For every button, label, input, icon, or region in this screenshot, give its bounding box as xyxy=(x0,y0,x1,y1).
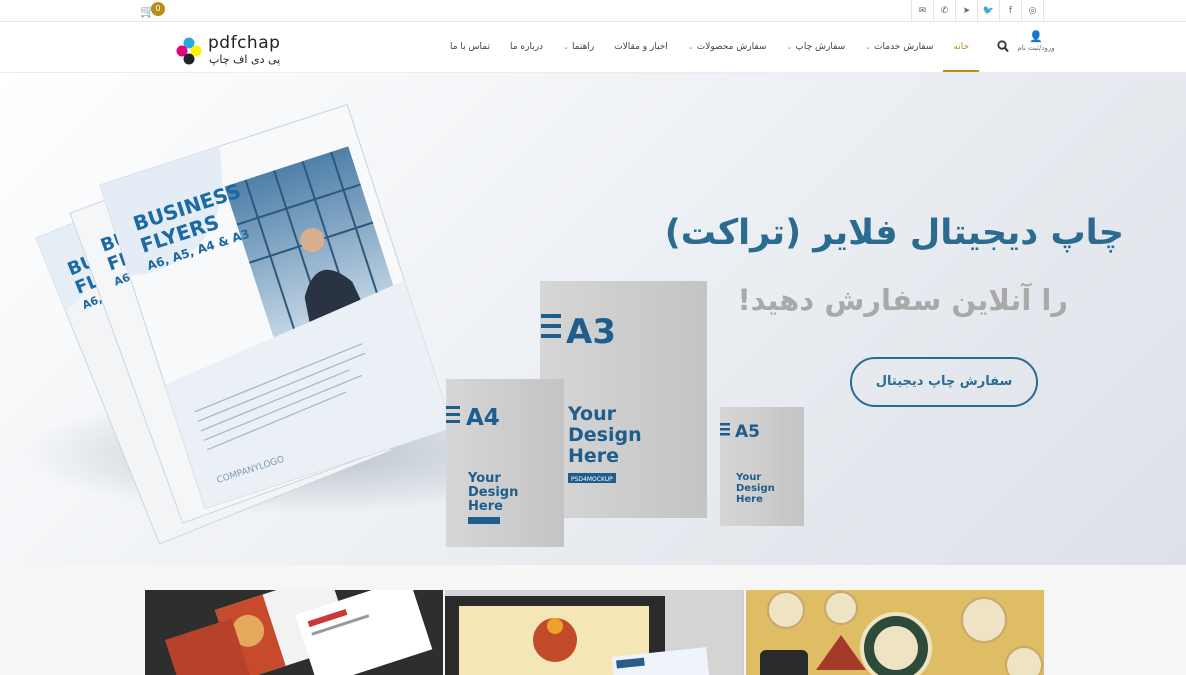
cart-count-badge: 0 xyxy=(151,2,165,16)
product-tile-business-cards[interactable] xyxy=(145,590,444,675)
nav-item-label: سفارش محصولات xyxy=(696,42,767,52)
cart-button[interactable]: 🛒 0 xyxy=(140,2,168,20)
product-tiles xyxy=(145,590,1044,675)
mockup-a3-label: A3 xyxy=(566,312,616,352)
logo-text-fa: پی دی اف چاپ xyxy=(209,53,281,66)
nav-item-label: درباره ما xyxy=(509,42,544,52)
business-cards-image xyxy=(145,590,443,675)
svg-text:Here: Here xyxy=(736,494,763,505)
instagram-icon[interactable]: ◎ xyxy=(1022,0,1044,22)
svg-text:Design: Design xyxy=(736,483,775,494)
envelope-icon[interactable]: ✉ xyxy=(912,0,934,22)
chevron-down-icon: ⌄ xyxy=(687,43,694,51)
nav-item-2[interactable]: ⌄ راهنما xyxy=(553,22,604,72)
nav-item-label: سفارش چاپ xyxy=(795,42,846,52)
product-tile-posters[interactable] xyxy=(445,590,744,675)
nav-item-1[interactable]: درباره ما xyxy=(500,22,553,72)
nav-item-3[interactable]: اخبار و مقالات xyxy=(604,22,678,72)
twitter-icon[interactable]: 🐦 xyxy=(978,0,1000,22)
logo-text-en: pdfchap xyxy=(208,33,281,53)
login-register-label: ورود/ثبت نام xyxy=(1017,44,1055,52)
nav-item-label: تماس با ما xyxy=(450,42,490,52)
search-icon[interactable] xyxy=(997,40,1009,54)
telegram-icon[interactable]: ➤ xyxy=(956,0,978,22)
order-digital-print-button[interactable]: سفارش چاپ دیجیتال xyxy=(850,357,1038,407)
nav-item-4[interactable]: ⌄ سفارش محصولات xyxy=(678,22,777,72)
hero-title: چاپ دیجیتال فلایر (تراکت) xyxy=(664,213,1124,253)
user-icon: 👤 xyxy=(1029,30,1043,43)
svg-text:Design: Design xyxy=(568,424,642,446)
nav-item-0[interactable]: تماس با ما xyxy=(440,22,500,72)
posters-image xyxy=(445,590,744,675)
hero-image: BU FLY A6, BU FLY A6, BUSINE xyxy=(20,104,804,547)
nav-item-label: راهنما xyxy=(571,42,595,52)
site-header: pdfchap پی دی اف چاپ تماس با ما درباره ما… xyxy=(0,22,1186,73)
svg-text:Here: Here xyxy=(568,445,619,467)
svg-text:Your: Your xyxy=(735,472,761,483)
svg-text:Design: Design xyxy=(468,485,518,500)
site-logo[interactable]: pdfchap پی دی اف چاپ xyxy=(174,33,286,69)
main-nav: تماس با ما درباره ما ⌄ راهنما اخبار و مقالات… xyxy=(440,22,979,72)
login-register-link[interactable]: 👤 ورود/ثبت نام xyxy=(1013,30,1059,64)
svg-text:PSD4MOCKUP: PSD4MOCKUP xyxy=(571,476,613,483)
hero-slider: BU FLY A6, BU FLY A6, BUSINE xyxy=(0,73,1186,565)
nav-item-6[interactable]: ⌄ سفارش خدمات xyxy=(855,22,943,72)
logo-mark-icon xyxy=(176,37,202,65)
facebook-icon[interactable]: f xyxy=(1000,0,1022,22)
social-links: ✉ ✆ ➤ 🐦 f ◎ xyxy=(911,0,1044,22)
svg-text:Your: Your xyxy=(567,403,617,425)
nav-item-label: اخبار و مقالات xyxy=(614,42,668,52)
mockup-a5-label: A5 xyxy=(735,422,760,442)
phone-icon[interactable]: ✆ xyxy=(934,0,956,22)
top-bar: 🛒 0 ✉ ✆ ➤ 🐦 f ◎ xyxy=(0,0,1186,22)
chevron-down-icon: ⌄ xyxy=(563,43,569,51)
chevron-down-icon: ⌄ xyxy=(865,43,872,51)
product-tile-stickers[interactable] xyxy=(745,590,1044,675)
nav-item-7[interactable]: خانه xyxy=(943,22,979,72)
chevron-down-icon: ⌄ xyxy=(786,43,793,51)
svg-text:Here: Here xyxy=(468,499,503,514)
nav-item-label: سفارش خدمات xyxy=(874,42,934,52)
svg-text:Your: Your xyxy=(467,471,501,486)
nav-item-label: خانه xyxy=(953,42,970,52)
nav-item-5[interactable]: ⌄ سفارش چاپ xyxy=(776,22,855,72)
hero-subtitle: را آنلاین سفارش دهید! xyxy=(737,283,1068,317)
mockup-a4-label: A4 xyxy=(466,405,500,431)
stickers-image xyxy=(745,590,1044,675)
